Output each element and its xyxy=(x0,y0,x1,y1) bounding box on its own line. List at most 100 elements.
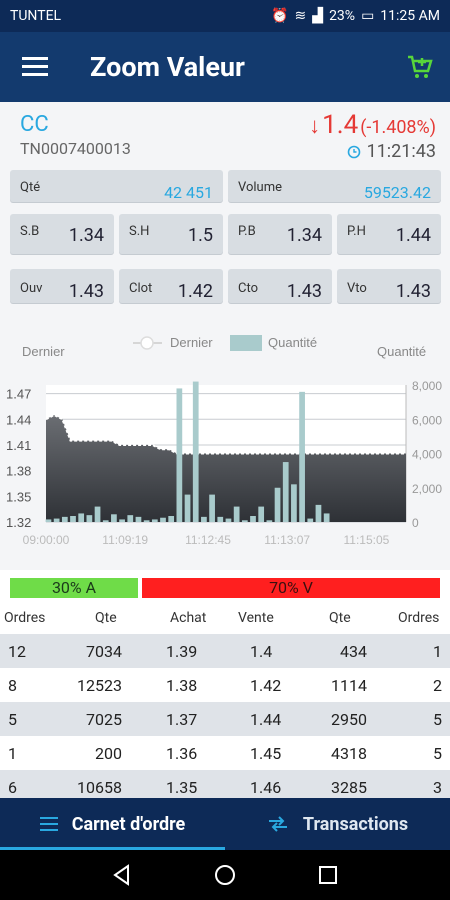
system-nav-bar xyxy=(0,850,450,900)
card-label: Clot xyxy=(129,281,153,296)
quantity-bar xyxy=(217,516,224,522)
quantity-bar xyxy=(250,516,256,522)
y-right-tick-label: 0 xyxy=(412,516,419,530)
table-cell: 1.44 xyxy=(250,710,282,729)
orderbook-header: Ordres Qte Achat Vente Qte Ordres xyxy=(0,606,450,634)
table-cell: 434 xyxy=(340,642,367,661)
card-label: P.B xyxy=(238,224,256,239)
tab-transactions[interactable]: Transactions xyxy=(225,798,450,850)
table-cell: 1.36 xyxy=(166,744,198,763)
table-cell: 1.35 xyxy=(166,778,198,797)
y-left-tick-label: 1.38 xyxy=(6,464,31,479)
quantity-bar xyxy=(45,519,52,522)
quantity-bar xyxy=(299,391,305,522)
table-cell: 8 xyxy=(8,676,17,695)
legend-label: Quantité xyxy=(268,335,317,350)
y-left-tick-label: 1.44 xyxy=(6,412,31,427)
table-cell: 10658 xyxy=(77,778,122,797)
quantity-bar xyxy=(307,518,314,522)
quantity-bar xyxy=(225,518,232,522)
app-bar: Zoom Valeur xyxy=(0,32,450,102)
card-label: Ouv xyxy=(20,281,43,296)
home-icon[interactable] xyxy=(213,863,237,887)
quantity-bar xyxy=(233,506,240,522)
quantity-bar xyxy=(119,519,125,522)
card-ph: P.H 1.44 xyxy=(337,214,441,254)
card-pb: P.B 1.34 xyxy=(228,214,332,254)
quantity-bar xyxy=(323,513,330,522)
add-to-cart-button[interactable] xyxy=(390,32,450,102)
card-value: 1.5 xyxy=(188,225,213,246)
card-value: 1.43 xyxy=(286,281,322,302)
x-tick-label: 11:12:45 xyxy=(185,533,231,547)
quantity-bar xyxy=(258,506,265,522)
orderbook-table: 12 7034 1.39 1.4 434 1 8 12523 1.38 1.42 1114 2 5 702… xyxy=(0,634,450,798)
card-value: 1.42 xyxy=(177,281,213,302)
quantity-bar xyxy=(61,516,68,522)
quantity-bar xyxy=(111,514,117,522)
table-cell: 5 xyxy=(433,744,442,763)
table-row: 5 7025 1.37 1.44 2950 5 xyxy=(0,702,450,736)
y-left-tick-label: 1.35 xyxy=(6,489,31,504)
table-cell: 1.37 xyxy=(166,710,198,729)
quantity-bar xyxy=(201,516,207,522)
stock-isin: TN0007400013 xyxy=(20,139,131,158)
card-value: 1.34 xyxy=(286,225,322,246)
table-cell: 12 xyxy=(8,642,26,661)
card-label: Volume xyxy=(238,180,283,195)
quantity-bar xyxy=(192,381,199,522)
card-value: 1.44 xyxy=(395,225,431,246)
back-icon[interactable] xyxy=(110,863,134,887)
price-chart-area: 1.32 1.35 1.38 1.41 1.44 1.47 0 2,000 4,000 6,000… xyxy=(0,307,450,570)
quantity-bar xyxy=(282,462,289,522)
stock-header: CC TN0007400013 ↓ 1.4 (-1.408%) 11:21:43 xyxy=(0,102,450,167)
card-value: 1.43 xyxy=(395,281,431,302)
tab-carnet[interactable]: Carnet d'ordre xyxy=(0,798,225,850)
clock-icon xyxy=(347,145,360,158)
recents-icon[interactable] xyxy=(316,863,340,887)
stock-price: ↓ 1.4 (-1.408%) xyxy=(309,110,436,140)
bottom-tabs: Carnet d'ordre Transactions xyxy=(0,798,450,850)
x-tick-label: 09:00:00 xyxy=(23,533,70,547)
stock-ticker: CC xyxy=(20,112,49,137)
menu-button[interactable] xyxy=(0,32,70,102)
legend-dot-marker xyxy=(140,336,154,350)
price-change: (-1.408%) xyxy=(360,117,436,138)
arrow-down-icon: ↓ xyxy=(309,114,321,139)
col-header: Achat xyxy=(170,610,207,626)
price-quantity-chart[interactable]: 1.32 1.35 1.38 1.41 1.44 1.47 0 2,000 4,000 6,000… xyxy=(0,307,450,570)
card-ouv: Ouv 1.43 xyxy=(10,269,114,303)
table-cell: 2 xyxy=(433,676,442,695)
status-icons: ⏰ ≋ ▟ 23% ▭ 11:25 AM xyxy=(271,8,440,24)
quantity-bar xyxy=(102,520,109,522)
table-cell: 3285 xyxy=(331,778,367,797)
quantity-bar xyxy=(135,516,142,522)
quantity-bar xyxy=(176,388,183,522)
table-row: 8 12523 1.38 1.42 1114 2 xyxy=(0,668,450,702)
card-label: S.B xyxy=(20,224,40,239)
table-cell: 1.4 xyxy=(250,642,273,661)
quantity-bar xyxy=(160,517,166,522)
quantity-bar xyxy=(266,520,273,522)
status-bar: TUNTEL ⏰ ≋ ▟ 23% ▭ 11:25 AM xyxy=(0,0,450,32)
quantity-bar xyxy=(143,520,150,522)
table-cell: 1.46 xyxy=(250,778,282,797)
carrier-label: TUNTEL xyxy=(10,8,62,24)
table-cell: 5 xyxy=(8,710,17,729)
col-header: Ordres xyxy=(398,610,440,626)
card-label: Qté xyxy=(20,180,41,195)
quantity-bar xyxy=(241,520,248,522)
buy-sell-ratio: 30% A 70% V xyxy=(0,570,450,606)
quantity-bar xyxy=(291,484,297,522)
stats-cards: Qté 42 451 Volume 59523.42 S.B 1.34 S.H … xyxy=(0,167,450,307)
table-cell: 5 xyxy=(433,710,442,729)
y-left-tick-label: 1.47 xyxy=(6,387,31,402)
table-cell: 1114 xyxy=(331,676,367,695)
card-label: Cto xyxy=(238,281,259,296)
card-label: Vto xyxy=(347,281,367,296)
y-left-tick-label: 1.32 xyxy=(6,515,31,530)
quantity-bar xyxy=(151,519,158,522)
quantity-bar xyxy=(70,516,76,522)
table-cell: 1.38 xyxy=(166,676,198,695)
left-axis-label: Dernier xyxy=(22,344,65,359)
